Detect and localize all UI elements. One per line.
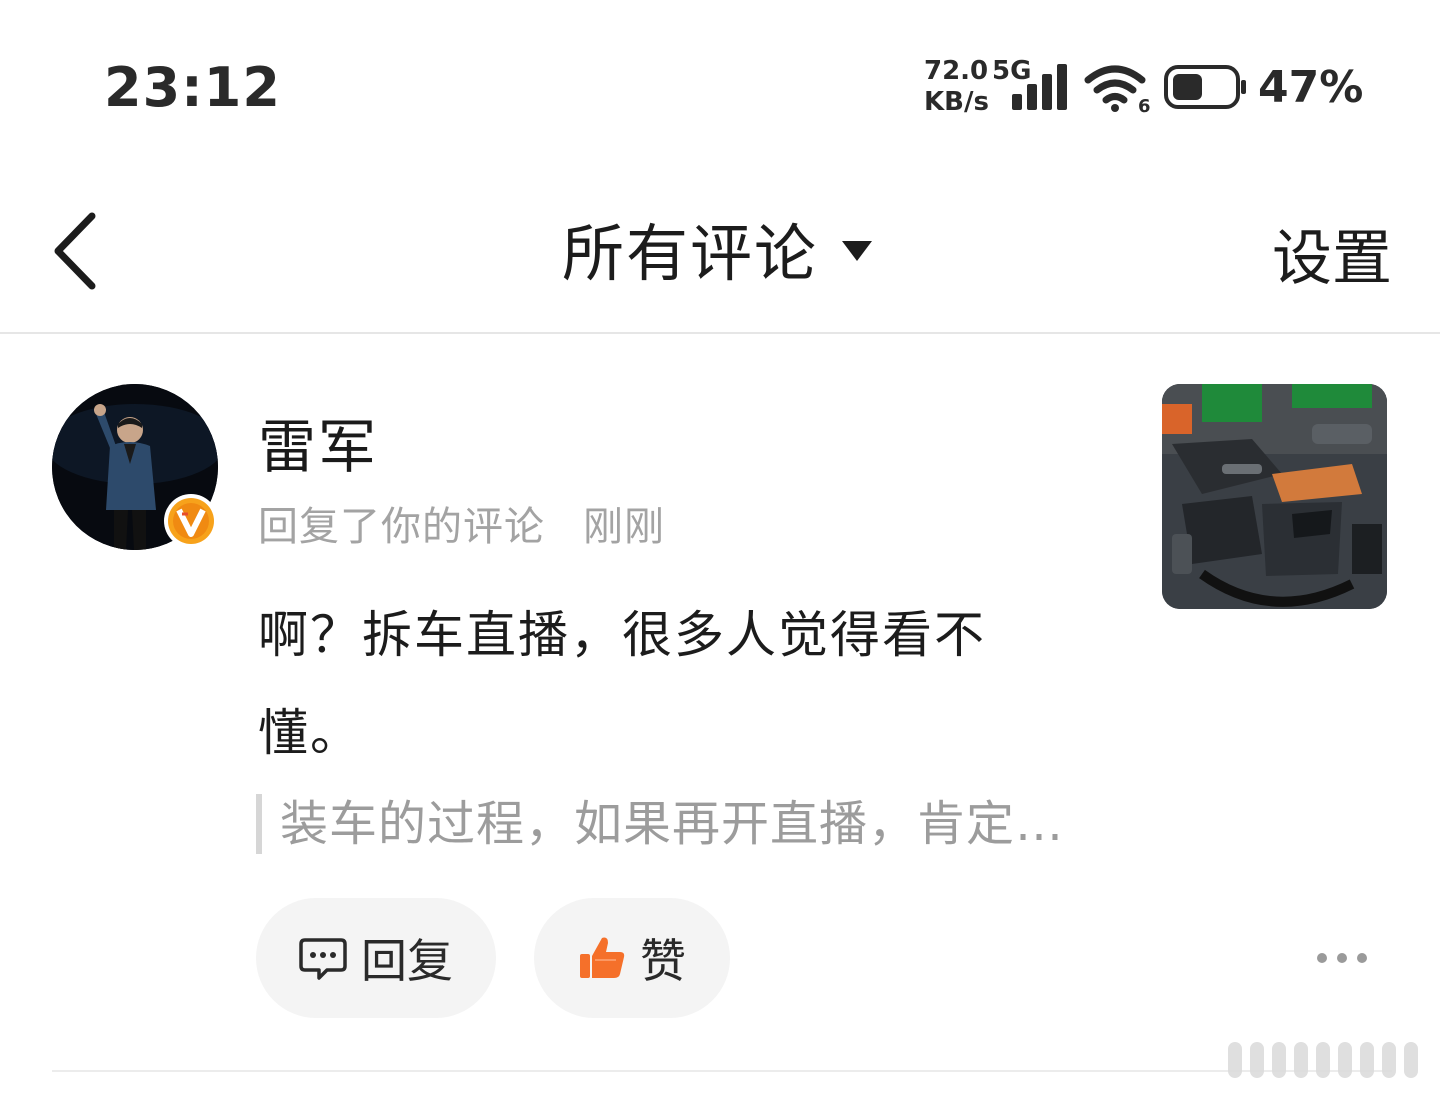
comment-item: 雷军 回复了你的评论 刚刚 啊？拆车直播，很多人觉得看不懂。 装车的过程，如果再开… (0, 334, 1440, 1071)
back-icon (54, 212, 96, 290)
comment-action-text: 回复了你的评论 (258, 504, 545, 550)
watermark-icon (1228, 1042, 1418, 1078)
comment-divider (52, 1070, 1392, 1072)
comment-body[interactable]: 啊？拆车直播，很多人觉得看不懂。 (258, 586, 1058, 782)
verified-badge-icon (164, 494, 218, 548)
reply-button[interactable]: 回复 (256, 898, 496, 1018)
wifi-badge: 6 (1138, 96, 1150, 114)
network-speed-value: 72.0 (924, 56, 989, 86)
thumbs-up-icon (580, 937, 625, 978)
battery-icon (1164, 65, 1246, 109)
like-label: 赞 (640, 934, 686, 988)
comment-username[interactable]: 雷军 (258, 400, 378, 484)
post-thumbnail[interactable] (1162, 384, 1387, 609)
top-nav-bar: 所有评论 设置 (0, 170, 1440, 334)
comment-time: 刚刚 (583, 504, 665, 550)
quoted-comment[interactable]: 装车的过程，如果再开直播，肯定… (256, 794, 1064, 854)
settings-button[interactable]: 设置 (1272, 210, 1392, 297)
dropdown-triangle-icon (842, 241, 873, 261)
comment-meta: 回复了你的评论 刚刚 (258, 494, 665, 552)
status-time: 23:12 (104, 56, 281, 119)
car-parts-image (1162, 384, 1387, 609)
network-speed-unit: KB/s (924, 87, 989, 117)
status-bar: 23:12 72.0 KB/s 5G 6 47% (0, 0, 1440, 170)
reply-label: 回复 (361, 934, 453, 988)
comment-bubble-icon (299, 938, 347, 980)
avatar[interactable] (52, 384, 218, 550)
like-button[interactable]: 赞 (534, 898, 730, 1018)
wifi-icon: 6 (1084, 65, 1150, 114)
page-title: 所有评论 (562, 217, 819, 290)
comment-filter-dropdown[interactable]: 所有评论 (562, 208, 874, 290)
signal-icon (1012, 64, 1067, 110)
back-button[interactable] (40, 206, 110, 296)
more-dots-icon[interactable] (1312, 940, 1372, 976)
network-speed: 72.0 KB/s (924, 56, 989, 118)
battery-percent: 47% (1258, 62, 1364, 113)
